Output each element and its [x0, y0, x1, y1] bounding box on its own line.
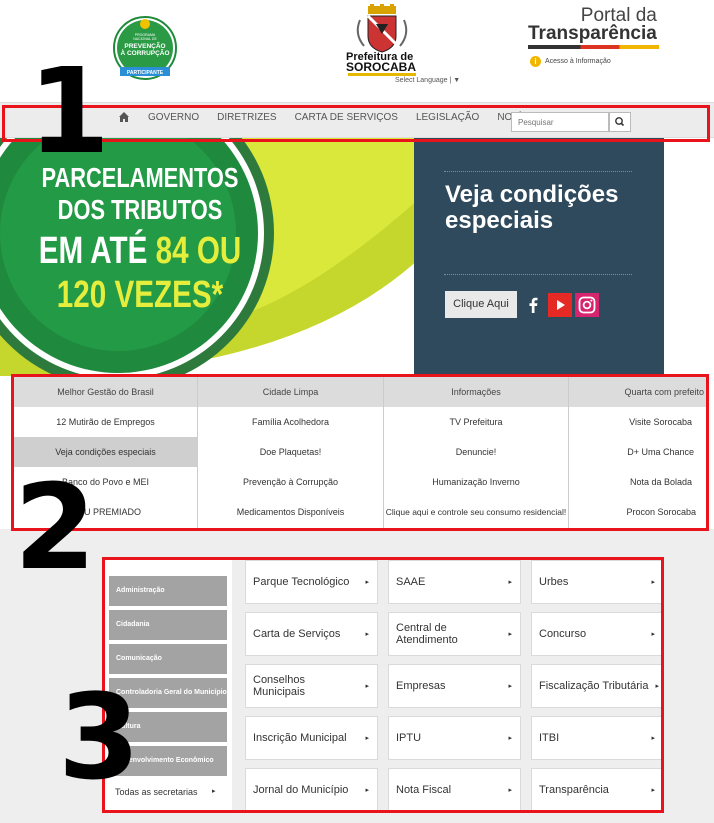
promo-divider-top [444, 171, 632, 172]
promo-divider-bottom [444, 274, 632, 275]
city-name: Prefeitura de SOROCABA [346, 52, 420, 74]
banner-line2: DOS TRIBUTOS [57, 194, 223, 225]
anti-corruption-seal[interactable]: PROGRAMA NACIONAL DE PREVENÇÃO À CORRUPÇ… [112, 12, 178, 84]
language-selector-label: Select Language [395, 77, 448, 84]
svg-text:PARTICIPANTE: PARTICIPANTE [127, 70, 164, 76]
banner-line4: 120 VEZES* [56, 274, 224, 316]
promo-panel: Veja condições especiais Clique Aqui [414, 138, 664, 376]
info-icon: i [530, 56, 541, 67]
annotation-box-2 [11, 374, 709, 531]
annotation-number-3: 3 [58, 668, 141, 806]
access-info-link[interactable]: i Acesso à Informação [530, 56, 611, 67]
banner-line3: EM ATÉ 84 OU [31, 232, 249, 270]
portal-line2: Transparência [528, 23, 657, 44]
instagram-icon[interactable] [575, 293, 599, 317]
transparency-portal-logo[interactable]: Portal da Transparência [528, 6, 657, 43]
click-here-button[interactable]: Clique Aqui [445, 291, 517, 318]
portal-color-bar [528, 45, 659, 49]
annotation-number-2: 2 [14, 458, 97, 596]
city-name-text: SOROCABA [346, 60, 417, 74]
svg-text:NACIONAL DE: NACIONAL DE [133, 37, 157, 41]
svg-text:À CORRUPÇÃO: À CORRUPÇÃO [120, 48, 169, 57]
crest-underline [348, 73, 416, 76]
banner-headline: PARCELAMENTOS DOS TRIBUTOS EM ATÉ 84 OU … [0, 164, 280, 316]
facebook-icon[interactable] [521, 293, 545, 317]
youtube-icon[interactable] [548, 293, 572, 317]
language-selector[interactable]: Select Language | ▼ [395, 77, 460, 84]
promo-title: Veja condições especiais [445, 181, 619, 234]
access-info-label: Acesso à Informação [545, 58, 611, 65]
banner-line3-b: 84 OU [155, 230, 242, 272]
svg-text:PREVENÇÃO: PREVENÇÃO [124, 41, 165, 50]
annotation-box-3 [102, 557, 664, 813]
annotation-number-1: 1 [28, 42, 111, 180]
banner-line3-a: EM ATÉ [38, 230, 156, 272]
